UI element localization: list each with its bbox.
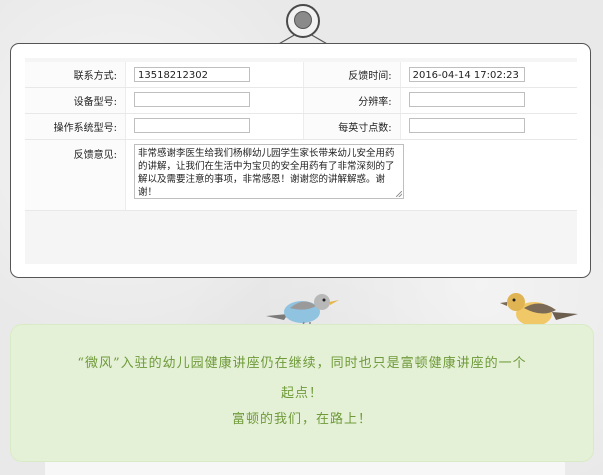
os-model-label: 操作系统型号: (25, 113, 126, 140)
message-line-1: “微风”入驻的幼儿园健康讲座仍在继续，同时也只是富顿健康讲座的一个 (77, 356, 527, 371)
form-row-os: 操作系统型号: 每英寸点数: (25, 113, 577, 140)
feedback-time-label: 反馈时间: (302, 62, 401, 88)
footer-strip (45, 462, 565, 475)
message-line-2: 起点！ (280, 386, 323, 401)
resolution-field[interactable] (408, 91, 525, 107)
pin-icon (284, 2, 322, 40)
feedback-textarea[interactable]: 非常感谢李医生给我们杨柳幼儿园学生家长带来幼儿安全用药的讲解，让我们在生活中为宝… (134, 144, 404, 199)
device-model-label: 设备型号: (25, 87, 126, 114)
form-row-feedback: 反馈意见: 非常感谢李医生给我们杨柳幼儿园学生家长带来幼儿安全用药的讲解，让我们… (25, 139, 577, 211)
feedback-form-table: 联系方式: 13518212302 反馈时间: 2016-04-14 17:02… (25, 62, 577, 211)
feedback-card: 联系方式: 13518212302 反馈时间: 2016-04-14 17:02… (10, 43, 591, 278)
feedback-panel: 联系方式: 13518212302 反馈时间: 2016-04-14 17:02… (25, 58, 577, 264)
form-row-device: 设备型号: 分辨率: (25, 87, 577, 114)
message-box: “微风”入驻的幼儿园健康讲座仍在继续，同时也只是富顿健康讲座的一个 起点！ 富顿… (10, 324, 594, 462)
form-row-contact: 联系方式: 13518212302 反馈时间: 2016-04-14 17:02… (25, 62, 577, 88)
ppi-label: 每英寸点数: (302, 113, 401, 140)
contact-field[interactable]: 13518212302 (134, 67, 250, 82)
resize-grip-icon[interactable] (396, 191, 402, 197)
feedback-text: 非常感谢李医生给我们杨柳幼儿园学生家长带来幼儿安全用药的讲解，让我们在生活中为宝… (138, 148, 395, 198)
contact-label: 联系方式: (25, 62, 126, 88)
ppi-field[interactable] (408, 117, 525, 133)
resolution-label: 分辨率: (302, 87, 401, 114)
feedback-time-field[interactable]: 2016-04-14 17:02:23 (408, 67, 525, 82)
device-model-field[interactable] (134, 91, 250, 107)
feedback-label: 反馈意见: (25, 139, 126, 211)
message-line-3: 富顿的我们，在路上！ (231, 412, 372, 427)
os-model-field[interactable] (134, 117, 250, 133)
